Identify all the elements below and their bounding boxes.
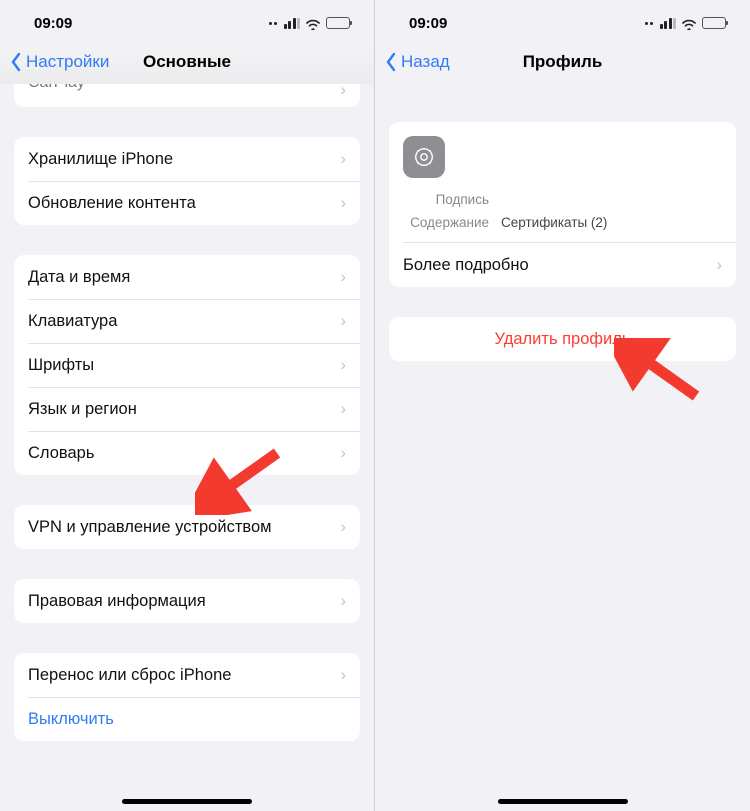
home-indicator[interactable] [122, 799, 252, 804]
row-vpn-device-management[interactable]: VPN и управление устройством › [14, 505, 360, 549]
status-time: 09:09 [409, 15, 447, 32]
profile-card: Подпись Содержание Сертификаты (2) Более… [389, 122, 736, 287]
battery-icon [702, 17, 726, 29]
signal-icon [284, 18, 301, 29]
row-label: Клавиатура [28, 312, 340, 331]
wifi-icon [681, 17, 697, 29]
profile-header [389, 122, 736, 188]
chevron-right-icon: › [716, 255, 722, 275]
group-storage: Хранилище iPhone › Обновление контента › [14, 137, 360, 225]
row-carplay[interactable]: CarPlay › [14, 84, 360, 107]
back-label: Настройки [26, 52, 109, 72]
row-dictionary[interactable]: Словарь › [14, 431, 360, 475]
profile-content: Содержание Сертификаты (2) [389, 211, 736, 242]
row-label: CarPlay [28, 84, 340, 92]
home-indicator[interactable] [498, 799, 628, 804]
row-label: Шрифты [28, 356, 340, 375]
row-label: Более подробно [403, 256, 716, 275]
group-reset: Перенос или сброс iPhone › Выключить [14, 653, 360, 741]
kv-key: Подпись [403, 192, 489, 207]
row-label: Хранилище iPhone [28, 150, 340, 169]
chevron-right-icon: › [340, 399, 346, 419]
content: CarPlay › Хранилище iPhone › Обновление … [0, 84, 374, 741]
status-icons [269, 17, 351, 29]
chevron-right-icon: › [340, 267, 346, 287]
row-date-time[interactable]: Дата и время › [14, 255, 360, 299]
back-button[interactable]: Назад [385, 52, 450, 72]
back-label: Назад [401, 52, 450, 72]
chevron-left-icon [10, 52, 22, 72]
nav-bar: Назад Профиль [375, 40, 750, 84]
content: Подпись Содержание Сертификаты (2) Более… [375, 84, 750, 361]
wifi-icon [305, 17, 321, 29]
back-button-settings[interactable]: Настройки [10, 52, 109, 72]
status-bar: 09:09 [0, 0, 374, 40]
chevron-left-icon [385, 52, 397, 72]
nav-bar: Настройки Основные [0, 40, 374, 84]
status-icons [645, 17, 727, 29]
row-iphone-storage[interactable]: Хранилище iPhone › [14, 137, 360, 181]
screen-general: 09:09 Настройки Основные CarPlay › [0, 0, 375, 811]
kv-key: Содержание [403, 215, 489, 230]
chevron-right-icon: › [340, 517, 346, 537]
chevron-right-icon: › [340, 149, 346, 169]
row-keyboard[interactable]: Клавиатура › [14, 299, 360, 343]
battery-icon [326, 17, 350, 29]
row-transfer-reset[interactable]: Перенос или сброс iPhone › [14, 653, 360, 697]
chevron-right-icon: › [340, 665, 346, 685]
row-label: Язык и регион [28, 400, 340, 419]
row-background-refresh[interactable]: Обновление контента › [14, 181, 360, 225]
row-label: Дата и время [28, 268, 340, 287]
status-bar: 09:09 [375, 0, 750, 40]
status-time: 09:09 [34, 15, 72, 32]
gear-icon [403, 136, 445, 178]
signal-icon [660, 18, 677, 29]
group-vpn: VPN и управление устройством › [14, 505, 360, 549]
kv-value: Сертификаты (2) [501, 215, 607, 230]
chevron-right-icon: › [340, 443, 346, 463]
row-label: Словарь [28, 444, 340, 463]
row-label: Выключить [28, 710, 346, 729]
row-label: Удалить профиль [495, 330, 631, 349]
row-label: Обновление контента [28, 194, 340, 213]
delete-profile-button[interactable]: Удалить профиль [389, 317, 736, 361]
row-label: Перенос или сброс iPhone [28, 666, 340, 685]
screen-profile: 09:09 Назад Профиль [375, 0, 750, 811]
group-legal: Правовая информация › [14, 579, 360, 623]
row-label: Правовая информация [28, 592, 340, 611]
row-fonts[interactable]: Шрифты › [14, 343, 360, 387]
chevron-right-icon: › [340, 355, 346, 375]
chevron-right-icon: › [340, 84, 346, 100]
row-legal[interactable]: Правовая информация › [14, 579, 360, 623]
group-delete: Удалить профиль [389, 317, 736, 361]
row-more-details[interactable]: Более подробно › [389, 243, 736, 287]
row-language-region[interactable]: Язык и регион › [14, 387, 360, 431]
group-localization: Дата и время › Клавиатура › Шрифты › Язы… [14, 255, 360, 475]
row-label: VPN и управление устройством [28, 518, 340, 537]
profile-signature: Подпись [389, 188, 736, 211]
chevron-right-icon: › [340, 193, 346, 213]
chevron-right-icon: › [340, 311, 346, 331]
row-shutdown[interactable]: Выключить [14, 697, 360, 741]
chevron-right-icon: › [340, 591, 346, 611]
